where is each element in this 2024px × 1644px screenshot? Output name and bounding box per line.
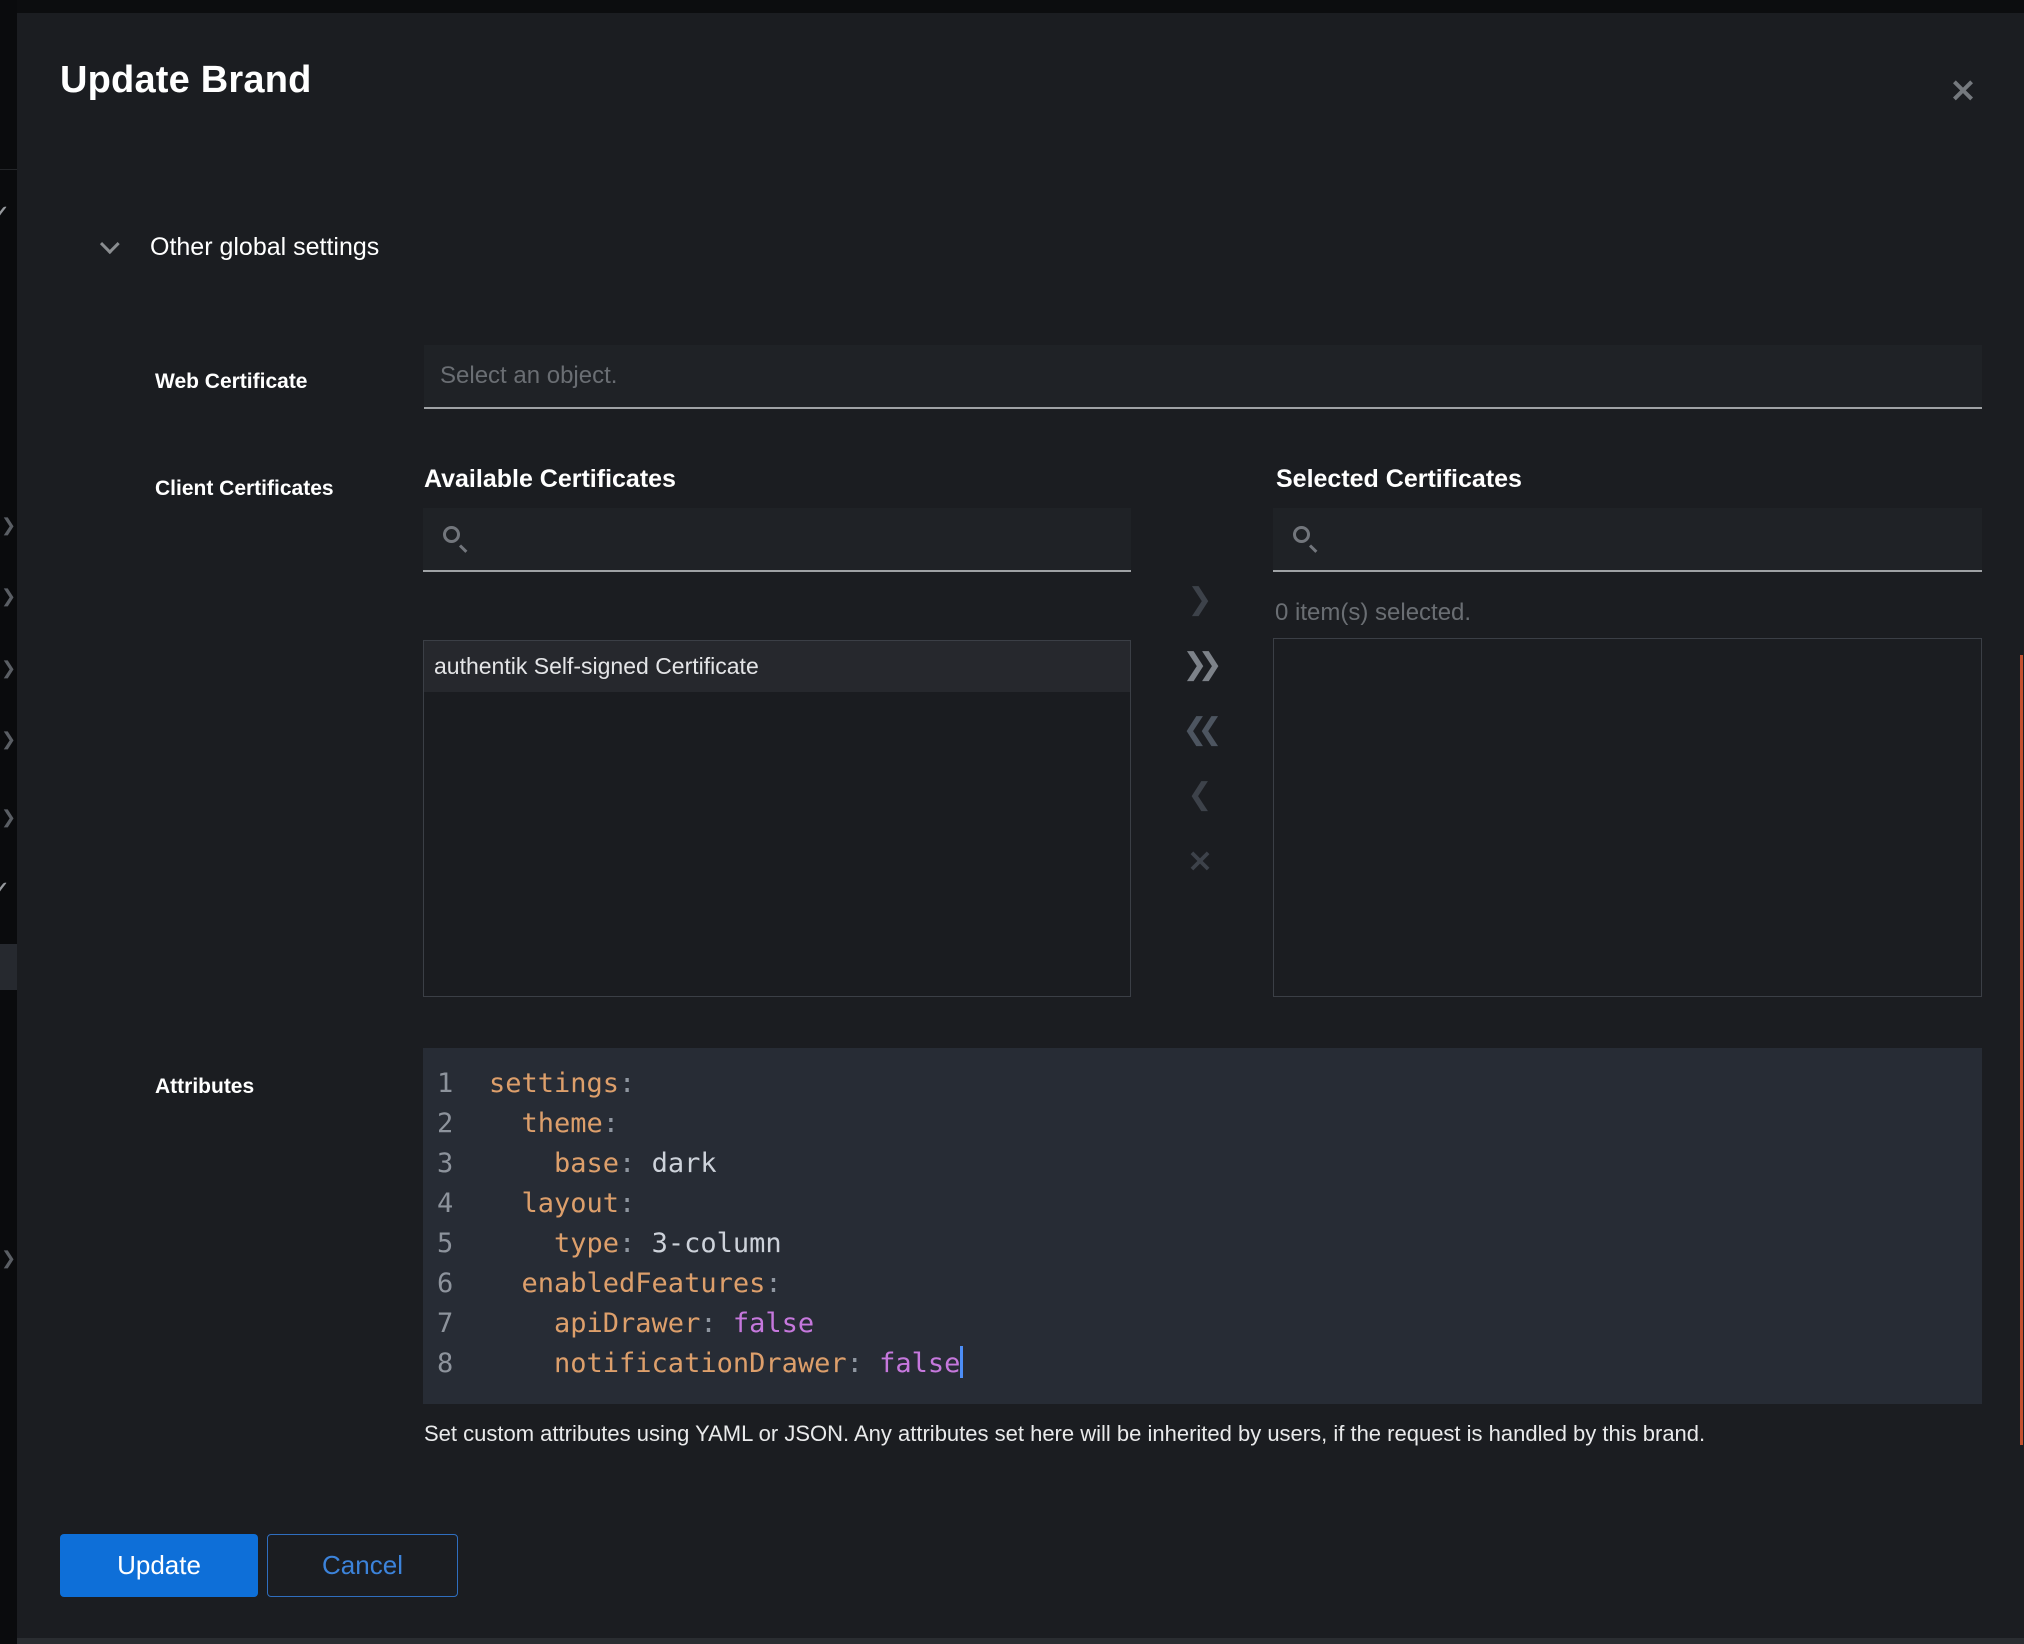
code-line: 8 notificationDrawer: false <box>423 1344 1982 1384</box>
occluded-sidebar-strip: ✓ ✓ ❯ ❯ ❯ ❯ ❯ ❯ <box>0 0 17 1644</box>
update-brand-modal: Update Brand × Other global settings Web… <box>17 13 2024 1638</box>
available-certificates-heading: Available Certificates <box>424 465 676 494</box>
sidebar-divider <box>0 169 17 170</box>
code-line: 3 base: dark <box>423 1144 1982 1184</box>
section-label: Other global settings <box>150 233 379 262</box>
client-certificates-label: Client Certificates <box>155 477 334 501</box>
selected-certificates-list[interactable] <box>1273 638 1982 997</box>
right-edge-accent-line <box>2020 655 2023 1445</box>
selected-search-box <box>1273 508 1982 572</box>
code-line: 4 layout: <box>423 1184 1982 1224</box>
screen: ✓✓❯❯❯❯❯❯ Update Brand × Other global set… <box>0 0 2024 1644</box>
check-icon: ✓ <box>0 201 11 227</box>
update-button[interactable]: Update <box>60 1534 258 1597</box>
chevron-right-icon: ❯ <box>1 587 16 605</box>
available-certificate-row[interactable]: authentik Self-signed Certificate <box>424 641 1130 692</box>
move-selected-right-button[interactable]: ❯ <box>1178 578 1222 622</box>
search-icon <box>1293 526 1319 552</box>
code-line: 5 type: 3-column <box>423 1224 1982 1264</box>
attributes-help-text: Set custom attributes using YAML or JSON… <box>424 1421 1984 1447</box>
available-search-input[interactable] <box>469 508 1131 570</box>
attributes-label: Attributes <box>155 1075 254 1099</box>
sidebar-selected-item-edge <box>0 944 17 990</box>
chevron-right-icon: ❯ <box>1 808 16 826</box>
text-cursor <box>960 1346 963 1378</box>
occluded-page-bottom-edge <box>17 1638 2024 1644</box>
move-all-right-button[interactable]: ❯❯ <box>1178 643 1222 687</box>
web-certificate-select[interactable] <box>424 345 1982 409</box>
code-line: 2 theme: <box>423 1104 1982 1144</box>
code-line: 6 enabledFeatures: <box>423 1264 1982 1304</box>
chevron-down-icon <box>100 234 120 254</box>
search-icon <box>443 526 469 552</box>
web-certificate-label: Web Certificate <box>155 370 308 394</box>
close-icon[interactable]: × <box>1939 66 1987 114</box>
cancel-button[interactable]: Cancel <box>267 1534 458 1597</box>
code-line: 7 apiDrawer: false <box>423 1304 1982 1344</box>
selected-count-status: 0 item(s) selected. <box>1275 599 1471 627</box>
chevron-right-icon: ❯ <box>1 516 16 534</box>
clear-selected-button[interactable]: × <box>1178 838 1222 882</box>
chevron-right-icon: ❯ <box>1 730 16 748</box>
attributes-code-editor[interactable]: 1settings:2 theme:3 base: dark4 layout:5… <box>423 1048 1982 1404</box>
modal-title: Update Brand <box>60 59 312 102</box>
chevron-right-icon: ❯ <box>1 1249 16 1267</box>
available-certificates-list[interactable]: authentik Self-signed Certificate <box>423 640 1131 997</box>
selected-certificates-heading: Selected Certificates <box>1276 465 1522 494</box>
move-all-left-button[interactable]: ❮❮ <box>1178 708 1222 752</box>
code-line: 1settings: <box>423 1064 1982 1104</box>
move-selected-left-button[interactable]: ❮ <box>1178 773 1222 817</box>
chevron-right-icon: ❯ <box>1 659 16 677</box>
section-toggle-other-global-settings[interactable]: Other global settings <box>87 219 379 275</box>
check-icon: ✓ <box>0 877 11 903</box>
available-search-box <box>423 508 1131 572</box>
selected-search-input[interactable] <box>1319 508 1982 570</box>
